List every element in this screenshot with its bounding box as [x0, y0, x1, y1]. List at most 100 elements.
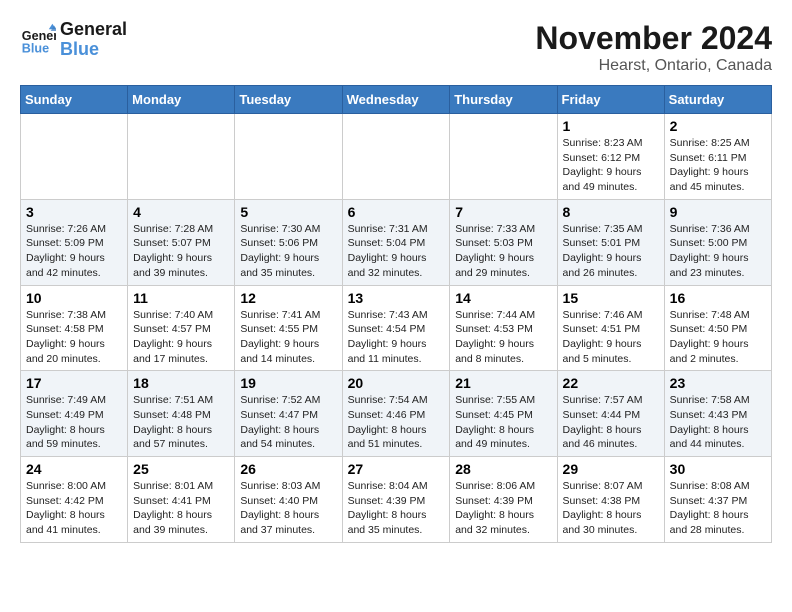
day-number: 4 — [133, 204, 229, 220]
calendar-cell: 21Sunrise: 7:55 AM Sunset: 4:45 PM Dayli… — [450, 371, 557, 457]
calendar-cell — [450, 114, 557, 200]
day-info: Sunrise: 7:43 AM Sunset: 4:54 PM Dayligh… — [348, 308, 445, 367]
day-number: 28 — [455, 461, 551, 477]
day-number: 11 — [133, 290, 229, 306]
weekday-header: Wednesday — [342, 86, 450, 114]
day-number: 7 — [455, 204, 551, 220]
day-number: 3 — [26, 204, 122, 220]
weekday-header: Friday — [557, 86, 664, 114]
day-info: Sunrise: 7:57 AM Sunset: 4:44 PM Dayligh… — [563, 393, 659, 452]
day-info: Sunrise: 7:58 AM Sunset: 4:43 PM Dayligh… — [670, 393, 766, 452]
day-info: Sunrise: 7:51 AM Sunset: 4:48 PM Dayligh… — [133, 393, 229, 452]
calendar-header-row: SundayMondayTuesdayWednesdayThursdayFrid… — [21, 86, 772, 114]
day-number: 24 — [26, 461, 122, 477]
day-info: Sunrise: 8:25 AM Sunset: 6:11 PM Dayligh… — [670, 136, 766, 195]
logo: General Blue General Blue — [20, 20, 127, 60]
day-info: Sunrise: 7:36 AM Sunset: 5:00 PM Dayligh… — [670, 222, 766, 281]
calendar-week-row: 17Sunrise: 7:49 AM Sunset: 4:49 PM Dayli… — [21, 371, 772, 457]
day-number: 10 — [26, 290, 122, 306]
day-number: 29 — [563, 461, 659, 477]
calendar-cell — [342, 114, 450, 200]
calendar-cell: 3 Sunrise: 7:26 AM Sunset: 5:09 PM Daylig… — [21, 199, 128, 285]
day-info: Sunrise: 8:00 AM Sunset: 4:42 PM Dayligh… — [26, 479, 122, 538]
day-info: Sunrise: 8:06 AM Sunset: 4:39 PM Dayligh… — [455, 479, 551, 538]
calendar-cell: 10Sunrise: 7:38 AM Sunset: 4:58 PM Dayli… — [21, 285, 128, 371]
day-number: 9 — [670, 204, 766, 220]
calendar-cell: 1 Sunrise: 8:23 AM Sunset: 6:12 PM Daylig… — [557, 114, 664, 200]
day-info: Sunrise: 7:46 AM Sunset: 4:51 PM Dayligh… — [563, 308, 659, 367]
calendar-cell: 30 Sunrise: 8:08 AM Sunset: 4:37 PM Dayli… — [664, 457, 771, 543]
calendar-cell — [235, 114, 342, 200]
calendar-cell: 29Sunrise: 8:07 AM Sunset: 4:38 PM Dayli… — [557, 457, 664, 543]
day-number: 27 — [348, 461, 445, 477]
weekday-header: Monday — [128, 86, 235, 114]
calendar-cell: 17Sunrise: 7:49 AM Sunset: 4:49 PM Dayli… — [21, 371, 128, 457]
day-number: 18 — [133, 375, 229, 391]
day-info: Sunrise: 8:23 AM Sunset: 6:12 PM Dayligh… — [563, 136, 659, 195]
day-info: Sunrise: 7:28 AM Sunset: 5:07 PM Dayligh… — [133, 222, 229, 281]
month-title: November 2024 — [535, 20, 772, 57]
day-info: Sunrise: 7:41 AM Sunset: 4:55 PM Dayligh… — [240, 308, 336, 367]
day-number: 17 — [26, 375, 122, 391]
day-info: Sunrise: 7:44 AM Sunset: 4:53 PM Dayligh… — [455, 308, 551, 367]
weekday-header: Sunday — [21, 86, 128, 114]
calendar-cell: 20 Sunrise: 7:54 AM Sunset: 4:46 PM Dayli… — [342, 371, 450, 457]
calendar-cell: 14 Sunrise: 7:44 AM Sunset: 4:53 PM Dayli… — [450, 285, 557, 371]
calendar-cell: 26 Sunrise: 8:03 AM Sunset: 4:40 PM Dayli… — [235, 457, 342, 543]
location: Hearst, Ontario, Canada — [535, 57, 772, 75]
logo-icon: General Blue — [20, 22, 56, 58]
day-number: 22 — [563, 375, 659, 391]
title-block: November 2024 Hearst, Ontario, Canada — [535, 20, 772, 75]
calendar-cell: 4 Sunrise: 7:28 AM Sunset: 5:07 PM Daylig… — [128, 199, 235, 285]
calendar-cell: 19Sunrise: 7:52 AM Sunset: 4:47 PM Dayli… — [235, 371, 342, 457]
day-info: Sunrise: 7:35 AM Sunset: 5:01 PM Dayligh… — [563, 222, 659, 281]
day-number: 13 — [348, 290, 445, 306]
calendar-cell: 24 Sunrise: 8:00 AM Sunset: 4:42 PM Dayli… — [21, 457, 128, 543]
calendar-cell: 28 Sunrise: 8:06 AM Sunset: 4:39 PM Dayli… — [450, 457, 557, 543]
calendar-cell: 22 Sunrise: 7:57 AM Sunset: 4:44 PM Dayli… — [557, 371, 664, 457]
calendar-cell: 2Sunrise: 8:25 AM Sunset: 6:11 PM Daylig… — [664, 114, 771, 200]
calendar-table: SundayMondayTuesdayWednesdayThursdayFrid… — [20, 85, 772, 543]
day-number: 14 — [455, 290, 551, 306]
day-info: Sunrise: 7:55 AM Sunset: 4:45 PM Dayligh… — [455, 393, 551, 452]
day-info: Sunrise: 7:31 AM Sunset: 5:04 PM Dayligh… — [348, 222, 445, 281]
day-info: Sunrise: 8:03 AM Sunset: 4:40 PM Dayligh… — [240, 479, 336, 538]
day-info: Sunrise: 7:48 AM Sunset: 4:50 PM Dayligh… — [670, 308, 766, 367]
day-number: 12 — [240, 290, 336, 306]
day-info: Sunrise: 7:52 AM Sunset: 4:47 PM Dayligh… — [240, 393, 336, 452]
calendar-cell: 6 Sunrise: 7:31 AM Sunset: 5:04 PM Daylig… — [342, 199, 450, 285]
calendar-week-row: 1 Sunrise: 8:23 AM Sunset: 6:12 PM Daylig… — [21, 114, 772, 200]
day-info: Sunrise: 7:54 AM Sunset: 4:46 PM Dayligh… — [348, 393, 445, 452]
calendar-cell: 25Sunrise: 8:01 AM Sunset: 4:41 PM Dayli… — [128, 457, 235, 543]
calendar-week-row: 10Sunrise: 7:38 AM Sunset: 4:58 PM Dayli… — [21, 285, 772, 371]
svg-text:Blue: Blue — [22, 41, 49, 55]
logo-blue: Blue — [60, 40, 127, 60]
day-number: 20 — [348, 375, 445, 391]
day-number: 5 — [240, 204, 336, 220]
day-number: 30 — [670, 461, 766, 477]
day-info: Sunrise: 8:01 AM Sunset: 4:41 PM Dayligh… — [133, 479, 229, 538]
calendar-cell: 12 Sunrise: 7:41 AM Sunset: 4:55 PM Dayli… — [235, 285, 342, 371]
day-info: Sunrise: 7:26 AM Sunset: 5:09 PM Dayligh… — [26, 222, 122, 281]
logo-general: General — [60, 20, 127, 40]
calendar-cell: 8Sunrise: 7:35 AM Sunset: 5:01 PM Daylig… — [557, 199, 664, 285]
calendar-week-row: 3 Sunrise: 7:26 AM Sunset: 5:09 PM Daylig… — [21, 199, 772, 285]
weekday-header: Saturday — [664, 86, 771, 114]
weekday-header: Thursday — [450, 86, 557, 114]
day-info: Sunrise: 8:08 AM Sunset: 4:37 PM Dayligh… — [670, 479, 766, 538]
calendar-cell: 27Sunrise: 8:04 AM Sunset: 4:39 PM Dayli… — [342, 457, 450, 543]
calendar-week-row: 24 Sunrise: 8:00 AM Sunset: 4:42 PM Dayli… — [21, 457, 772, 543]
day-info: Sunrise: 7:33 AM Sunset: 5:03 PM Dayligh… — [455, 222, 551, 281]
calendar-cell: 13 Sunrise: 7:43 AM Sunset: 4:54 PM Dayli… — [342, 285, 450, 371]
calendar-cell: 15Sunrise: 7:46 AM Sunset: 4:51 PM Dayli… — [557, 285, 664, 371]
calendar-cell — [21, 114, 128, 200]
day-number: 23 — [670, 375, 766, 391]
calendar-cell: 16 Sunrise: 7:48 AM Sunset: 4:50 PM Dayli… — [664, 285, 771, 371]
calendar-cell: 18 Sunrise: 7:51 AM Sunset: 4:48 PM Dayli… — [128, 371, 235, 457]
day-number: 16 — [670, 290, 766, 306]
day-info: Sunrise: 7:40 AM Sunset: 4:57 PM Dayligh… — [133, 308, 229, 367]
day-number: 26 — [240, 461, 336, 477]
day-number: 1 — [563, 118, 659, 134]
calendar-cell: 11 Sunrise: 7:40 AM Sunset: 4:57 PM Dayli… — [128, 285, 235, 371]
day-number: 6 — [348, 204, 445, 220]
